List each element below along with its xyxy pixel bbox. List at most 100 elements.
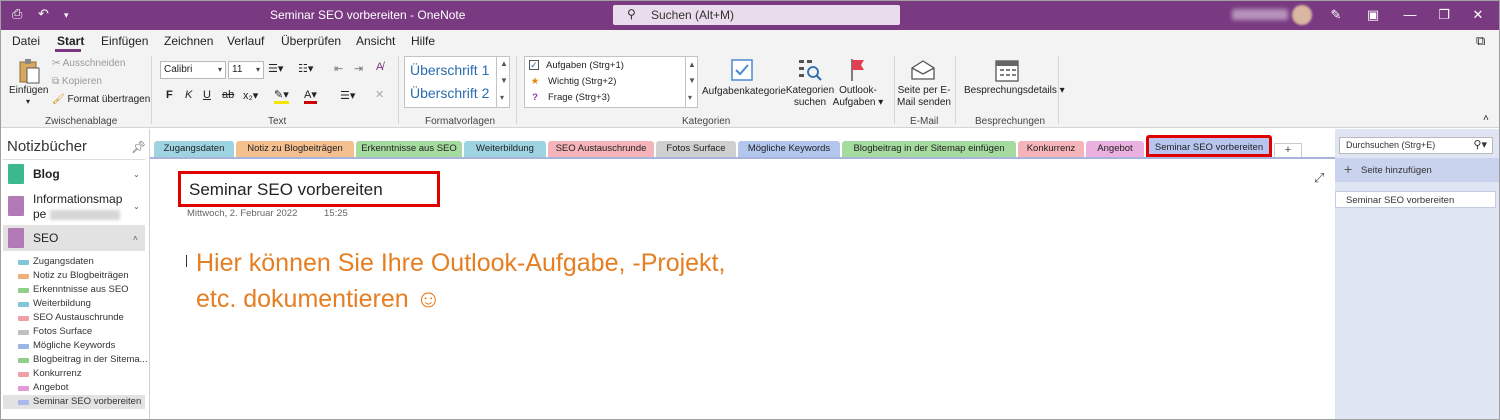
find-tags-icon[interactable] bbox=[797, 57, 823, 83]
numbering-icon[interactable]: ☷▾ bbox=[298, 62, 313, 75]
tags-scroll[interactable]: ▲ ▼ ▾ bbox=[685, 57, 697, 107]
page-list-item[interactable]: Seminar SEO vorbereiten bbox=[1335, 191, 1496, 208]
chevron-up-icon[interactable]: ▲ bbox=[688, 60, 696, 69]
tab-ueberpruefen[interactable]: Überprüfen bbox=[281, 34, 341, 48]
highlight-icon[interactable]: ✎▾ bbox=[274, 88, 289, 104]
tab-start[interactable]: Start bbox=[57, 34, 84, 48]
styles-gallery[interactable]: Überschrift 1 Überschrift 2 bbox=[404, 56, 510, 108]
tab-seo-austauschrunde[interactable]: SEO Austauschrunde bbox=[548, 141, 654, 157]
style-heading2[interactable]: Überschrift 2 bbox=[410, 85, 489, 101]
notebook-view-icon[interactable]: ⧉ bbox=[1476, 33, 1485, 49]
tag-important[interactable]: ★ Wichtig (Strg+2) bbox=[529, 76, 617, 87]
tag-question[interactable]: ? Frage (Strg+3) bbox=[529, 92, 610, 103]
page-canvas[interactable]: Seminar SEO vorbereiten Mittwoch, 2. Feb… bbox=[150, 157, 1335, 420]
page-title[interactable]: Seminar SEO vorbereiten bbox=[189, 180, 383, 200]
section-item[interactable]: Blogbeitrag in der Sitema... bbox=[3, 353, 148, 367]
add-page-button[interactable]: + Seite hinzufügen bbox=[1335, 158, 1500, 182]
chevron-down-icon[interactable]: ▼ bbox=[500, 76, 508, 85]
font-color-icon[interactable]: A▾ bbox=[304, 88, 317, 104]
meeting-details-button[interactable]: Besprechungsdetails ▾ bbox=[964, 85, 1065, 96]
strikethrough-icon[interactable]: ab bbox=[222, 89, 234, 101]
notebook-informationsmappe[interactable]: Informationsmap pe ⌄ bbox=[3, 190, 145, 222]
underline-icon[interactable]: U bbox=[203, 89, 211, 101]
section-item[interactable]: Weiterbildung bbox=[3, 297, 145, 311]
more-icon[interactable]: ▾ bbox=[500, 93, 504, 102]
tab-einfuegen[interactable]: Einfügen bbox=[101, 34, 148, 48]
save-icon[interactable]: ⎙ bbox=[12, 6, 22, 22]
delete-icon[interactable]: ✕ bbox=[375, 88, 384, 101]
tab-fotos-surface[interactable]: Fotos Surface bbox=[656, 141, 736, 157]
bullets-icon[interactable]: ☰▾ bbox=[268, 62, 283, 75]
clear-formatting-icon[interactable]: A̸ bbox=[376, 61, 383, 73]
italic-icon[interactable]: K bbox=[185, 89, 192, 101]
section-item[interactable]: Zugangsdaten bbox=[3, 255, 145, 269]
chevron-down-icon[interactable]: ⌄ bbox=[133, 202, 140, 211]
format-painter-button[interactable]: 🖌 Format übertragen bbox=[52, 94, 150, 105]
task-tag-button[interactable]: Aufgabenkategorie bbox=[702, 86, 786, 97]
font-name-combo[interactable]: Calibri ▾ bbox=[160, 61, 226, 79]
tab-blogbeitrag-sitemap[interactable]: Blogbeitrag in der Sitemap einfügen bbox=[842, 141, 1016, 157]
tab-konkurrenz[interactable]: Konkurrenz bbox=[1018, 141, 1084, 157]
font-size-combo[interactable]: 11 ▾ bbox=[228, 61, 264, 79]
email-icon[interactable] bbox=[910, 59, 936, 81]
increase-indent-icon[interactable]: ⇥ bbox=[354, 62, 363, 75]
body-line-2[interactable]: etc. dokumentieren ☺ bbox=[196, 281, 836, 317]
tab-notiz-blogbeitraege[interactable]: Notiz zu Blogbeiträgen bbox=[236, 141, 354, 157]
tab-ansicht[interactable]: Ansicht bbox=[356, 34, 395, 48]
user-name-blurred[interactable] bbox=[1232, 9, 1288, 20]
paste-dropdown-icon[interactable]: ▾ bbox=[26, 97, 30, 106]
outlook-tasks-button[interactable]: Outlook- Aufgaben ▾ bbox=[830, 85, 886, 109]
pin-icon[interactable]: 📌︎ bbox=[131, 140, 146, 154]
meeting-details-icon[interactable] bbox=[994, 57, 1020, 83]
copy-button[interactable]: ⧉ Kopieren bbox=[52, 76, 102, 87]
add-section-button[interactable]: + bbox=[1274, 143, 1302, 157]
styles-scroll[interactable]: ▲ ▼ ▾ bbox=[496, 56, 510, 108]
search-box[interactable]: ⚲ Suchen (Alt+M) bbox=[613, 5, 900, 25]
restore-icon[interactable]: ❐ bbox=[1433, 4, 1455, 26]
section-item[interactable]: Mögliche Keywords bbox=[3, 339, 145, 353]
notebook-seo[interactable]: SEO ˄ bbox=[3, 225, 145, 251]
tab-hilfe[interactable]: Hilfe bbox=[411, 34, 435, 48]
tab-weiterbildung[interactable]: Weiterbildung bbox=[464, 141, 546, 157]
section-item[interactable]: Konkurrenz bbox=[3, 367, 145, 381]
chevron-down-icon[interactable]: ▼ bbox=[688, 76, 696, 85]
tab-zugangsdaten[interactable]: Zugangsdaten bbox=[154, 141, 234, 157]
tab-zeichnen[interactable]: Zeichnen bbox=[164, 34, 213, 48]
pen-icon[interactable]: ✎ bbox=[1325, 4, 1347, 26]
chevron-up-icon[interactable]: ˄ bbox=[133, 234, 138, 243]
chevron-down-icon[interactable]: ⌄ bbox=[133, 170, 140, 179]
find-tags-button[interactable]: Kategorien suchen bbox=[784, 85, 836, 109]
style-heading1[interactable]: Überschrift 1 bbox=[410, 62, 489, 78]
ribbon-display-icon[interactable]: ▣ bbox=[1362, 4, 1384, 26]
decrease-indent-icon[interactable]: ⇤ bbox=[334, 62, 343, 75]
bold-icon[interactable]: F bbox=[166, 89, 173, 101]
paste-button[interactable]: Einfügen bbox=[9, 85, 48, 96]
tag-task[interactable]: ✓ Aufgaben (Strg+1) bbox=[529, 60, 624, 71]
section-item[interactable]: SEO Austauschrunde bbox=[3, 311, 145, 325]
paste-icon[interactable] bbox=[16, 58, 42, 86]
avatar[interactable] bbox=[1292, 5, 1312, 25]
body-line-1[interactable]: Hier können Sie Ihre Outlook-Aufgabe, -P… bbox=[196, 245, 836, 281]
subscript-icon[interactable]: x₂▾ bbox=[243, 89, 258, 102]
notebook-blog[interactable]: Blog ⌄ bbox=[3, 162, 145, 186]
search-icon[interactable]: ⚲▾ bbox=[1473, 138, 1487, 151]
page-title-box[interactable]: Seminar SEO vorbereiten bbox=[178, 171, 440, 207]
page-body-text[interactable]: Hier können Sie Ihre Outlook-Aufgabe, -P… bbox=[196, 245, 836, 317]
close-icon[interactable]: ✕ bbox=[1467, 4, 1489, 26]
tags-gallery[interactable]: ✓ Aufgaben (Strg+1) ★ Wichtig (Strg+2) ? Fr… bbox=[524, 56, 698, 108]
tab-moegliche-keywords[interactable]: Mögliche Keywords bbox=[738, 141, 840, 157]
tab-verlauf[interactable]: Verlauf bbox=[227, 34, 264, 48]
section-item[interactable]: Angebot bbox=[3, 381, 145, 395]
flag-icon[interactable] bbox=[848, 57, 868, 83]
chevron-up-icon[interactable]: ▲ bbox=[500, 59, 508, 68]
section-item-active[interactable]: Seminar SEO vorbereiten bbox=[3, 395, 145, 409]
tab-erkenntnisse[interactable]: Erkenntnisse aus SEO bbox=[356, 141, 462, 157]
page-search-input[interactable]: Durchsuchen (Strg+E) ⚲▾ bbox=[1339, 137, 1493, 154]
tab-seminar-seo-vorbereiten[interactable]: Seminar SEO vorbereiten bbox=[1146, 135, 1272, 157]
section-item[interactable]: Fotos Surface bbox=[3, 325, 145, 339]
quick-access-dropdown-icon[interactable]: ▾ bbox=[64, 10, 69, 21]
minimize-icon[interactable]: — bbox=[1399, 4, 1421, 26]
section-item[interactable]: Erkenntnisse aus SEO bbox=[3, 283, 145, 297]
undo-icon[interactable]: ↶ bbox=[38, 6, 49, 22]
align-icon[interactable]: ☰▾ bbox=[340, 89, 355, 102]
